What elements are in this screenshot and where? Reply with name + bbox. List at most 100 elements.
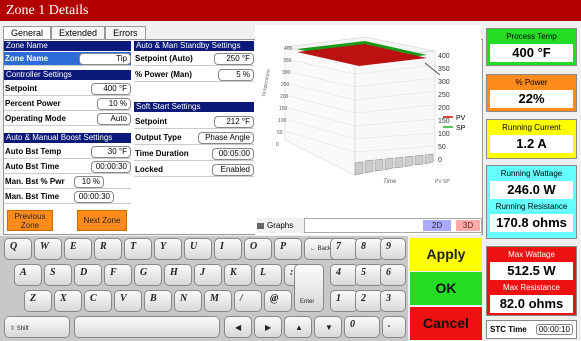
section-zone-name: Zone Name <box>4 41 131 51</box>
svg-text:200: 200 <box>438 105 450 112</box>
current-label: Running Current <box>502 123 561 132</box>
up-arrow-key[interactable]: ▲ <box>284 316 312 338</box>
percent-power-row: Percent Power 10 % <box>4 97 131 111</box>
key-c[interactable]: C <box>84 290 112 312</box>
key-g[interactable]: G <box>134 264 162 286</box>
key-k[interactable]: K <box>224 264 252 286</box>
svg-text:150: 150 <box>438 118 450 125</box>
key-v[interactable]: V <box>114 290 142 312</box>
svg-text:350: 350 <box>438 66 450 73</box>
key-z[interactable]: Z <box>24 290 52 312</box>
output-type-row: Output Type Phase Angle <box>134 131 254 145</box>
key-i[interactable]: I <box>214 238 242 260</box>
next-zone-button[interactable]: Next Zone <box>77 210 127 231</box>
stc-time-field[interactable]: 00:00:10 <box>535 324 573 335</box>
zone-name-label: Zone Name <box>5 54 49 63</box>
key-3[interactable]: 3 <box>380 290 406 312</box>
resistance-value: 170.8 ohms <box>490 214 573 232</box>
apply-button[interactable]: Apply <box>410 238 482 271</box>
3d-button[interactable]: 3D <box>456 220 480 231</box>
key-9[interactable]: 9 <box>380 238 406 260</box>
auto-bst-time-row: Auto Bst Time 00:00:30 <box>4 160 131 174</box>
key-4[interactable]: 4 <box>330 264 358 286</box>
section-soft-start: Soft Start Settings <box>134 102 254 112</box>
key-n[interactable]: N <box>174 290 202 312</box>
percent-power-label: Percent Power <box>5 99 61 108</box>
man-bst-time-field[interactable]: 00:00:30 <box>74 190 114 203</box>
key-l[interactable]: L <box>254 264 282 286</box>
onscreen-keyboard: Q W E R T Y U I O P ← Backspace A S D F … <box>0 236 408 341</box>
percent-power-field[interactable]: 10 % <box>97 97 131 110</box>
svg-text:300: 300 <box>282 70 291 76</box>
key-p[interactable]: P <box>274 238 302 260</box>
tab-bar: General Extended Errors <box>3 26 146 39</box>
key-m[interactable]: M <box>204 290 232 312</box>
enter-key[interactable]: Enter <box>294 264 324 312</box>
key-r[interactable]: R <box>94 238 122 260</box>
key-b[interactable]: B <box>144 290 172 312</box>
key-5[interactable]: 5 <box>355 264 383 286</box>
locked-field[interactable]: Enabled <box>212 163 254 176</box>
key-6[interactable]: 6 <box>380 264 406 286</box>
key-w[interactable]: W <box>34 238 62 260</box>
power-man-label: % Power (Man) <box>135 70 192 79</box>
key-j[interactable]: J <box>194 264 222 286</box>
key-dot[interactable]: . <box>382 316 406 338</box>
auto-bst-time-field[interactable]: 00:00:30 <box>91 160 131 173</box>
key-1[interactable]: 1 <box>330 290 358 312</box>
2d-button[interactable]: 2D <box>423 220 451 231</box>
key-0[interactable]: 0 <box>344 316 380 338</box>
man-bst-pwr-row: Man. Bst % Pwr 10 % <box>4 175 131 189</box>
graphs-label: Graphs <box>267 221 294 230</box>
power-man-field[interactable]: 5 % <box>218 68 254 81</box>
spacebar-key[interactable] <box>74 316 220 338</box>
key-f[interactable]: F <box>104 264 132 286</box>
key-y[interactable]: Y <box>154 238 182 260</box>
key-h[interactable]: H <box>164 264 192 286</box>
wattage-panel: Running Wattage 246.0 W Running Resistan… <box>486 165 577 239</box>
svg-text:150: 150 <box>279 106 288 112</box>
output-type-field[interactable]: Phase Angle <box>198 131 254 144</box>
key-2[interactable]: 2 <box>355 290 383 312</box>
max-wattage-value: 512.5 W <box>490 262 573 280</box>
max-panel: Max Wattage 512.5 W Max Resistance 82.0 … <box>486 246 577 316</box>
key-t[interactable]: T <box>124 238 152 260</box>
key-8[interactable]: 8 <box>355 238 383 260</box>
key-e[interactable]: E <box>64 238 92 260</box>
zone-name-field[interactable]: Tip <box>79 52 131 65</box>
setpoint-field[interactable]: 400 °F <box>91 82 131 95</box>
key-q[interactable]: Q <box>4 238 32 260</box>
man-bst-pwr-field[interactable]: 10 % <box>74 175 104 188</box>
setpoint-auto-field[interactable]: 250 °F <box>214 52 254 65</box>
locked-row: Locked Enabled <box>134 163 254 177</box>
auto-bst-temp-field[interactable]: 30 °F <box>91 145 131 158</box>
wattage-value: 246.0 W <box>490 181 573 199</box>
key-a[interactable]: A <box>14 264 42 286</box>
key-7[interactable]: 7 <box>330 238 358 260</box>
key-slash[interactable]: / <box>234 290 262 312</box>
svg-text:200: 200 <box>280 94 289 100</box>
zone-name-row[interactable]: Zone Name Tip <box>4 52 131 66</box>
key-d[interactable]: D <box>74 264 102 286</box>
cancel-button[interactable]: Cancel <box>410 307 482 340</box>
resistance-label: Running Resistance <box>495 202 568 211</box>
power-panel: % Power 22% <box>486 74 577 112</box>
previous-zone-button[interactable]: Previous Zone <box>7 210 53 231</box>
svg-text:50: 50 <box>438 144 446 151</box>
time-duration-field[interactable]: 00:05:00 <box>212 147 254 160</box>
left-arrow-key[interactable]: ◀ <box>224 316 252 338</box>
key-u[interactable]: U <box>184 238 212 260</box>
key-at[interactable]: @ <box>264 290 292 312</box>
down-arrow-key[interactable]: ▼ <box>314 316 342 338</box>
ss-setpoint-field[interactable]: 212 °F <box>214 115 254 128</box>
tab-extended[interactable]: Extended <box>51 26 106 39</box>
tab-general[interactable]: General <box>3 26 52 39</box>
key-o[interactable]: O <box>244 238 272 260</box>
tab-errors[interactable]: Errors <box>105 26 146 39</box>
right-arrow-key[interactable]: ▶ <box>254 316 282 338</box>
key-s[interactable]: S <box>44 264 72 286</box>
shift-key[interactable]: ⇧ Shift <box>4 316 70 338</box>
key-x[interactable]: X <box>54 290 82 312</box>
operating-mode-field[interactable]: Auto <box>97 112 131 125</box>
ok-button[interactable]: OK <box>410 272 482 305</box>
